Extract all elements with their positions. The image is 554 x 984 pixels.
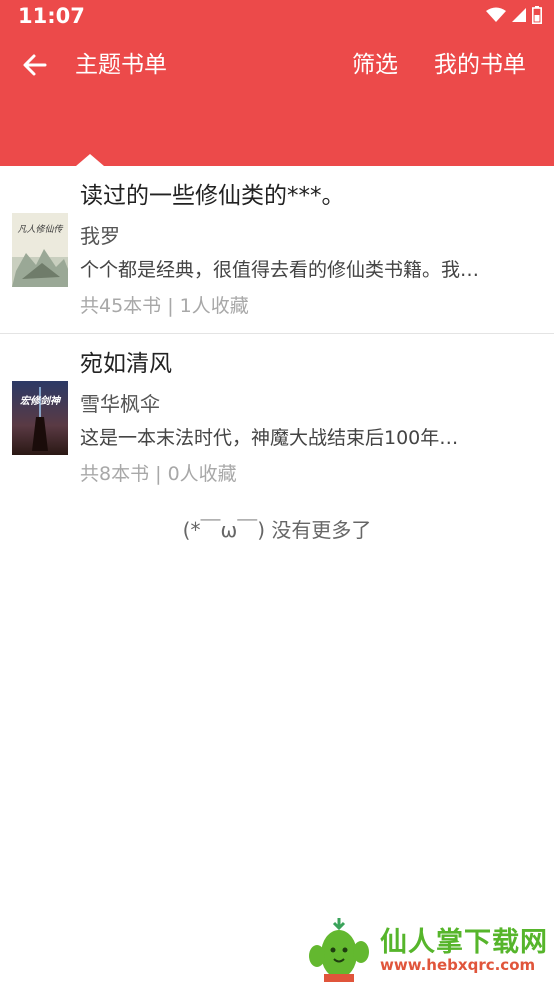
booklist-description: 这是一本末法时代，神魔大战结束后100年… bbox=[80, 427, 459, 449]
booklist-list: 凡人修仙传 读过的一些修仙类的***。 我罗 个个都是经典，很值得去看的修仙类书… bbox=[0, 166, 554, 500]
my-booklist-button[interactable]: 我的书单 bbox=[434, 50, 526, 80]
book-count: 共45本书 | bbox=[80, 295, 174, 317]
filter-button[interactable]: 筛选 bbox=[352, 50, 398, 80]
status-time: 11:07 bbox=[18, 4, 85, 28]
booklist-item[interactable]: 凡人修仙传 读过的一些修仙类的***。 我罗 个个都是经典，很值得去看的修仙类书… bbox=[0, 166, 554, 333]
booklist-author: 我罗 bbox=[80, 224, 120, 248]
booklist-title: 读过的一些修仙类的***。 bbox=[80, 183, 345, 209]
booklist-title: 宛如清风 bbox=[80, 351, 172, 377]
booklist-cover-text: 宏修剑神 bbox=[20, 395, 62, 407]
booklist-cover-text: 凡人修仙传 bbox=[17, 224, 63, 235]
booklist-description: 个个都是经典，很值得去看的修仙类书籍。我… bbox=[80, 259, 480, 281]
back-arrow-icon[interactable] bbox=[20, 50, 50, 80]
booklist-stats: 共45本书 | 1人收藏 bbox=[80, 292, 542, 320]
booklist-stats: 共8本书 | 0人收藏 bbox=[80, 460, 542, 488]
end-of-list-message: (*￣ω￣) 没有更多了 bbox=[182, 518, 372, 542]
booklist-cover: 宏修剑神 bbox=[12, 381, 68, 455]
favorite-count: 1人收藏 bbox=[179, 295, 249, 317]
watermark: 仙人掌下载网 www.hebxqrc.com bbox=[306, 916, 554, 984]
tab-indicator bbox=[76, 154, 104, 166]
wifi-icon bbox=[486, 7, 506, 22]
cactus-logo-icon bbox=[309, 918, 369, 982]
watermark-title: 仙人掌下载网 bbox=[380, 927, 548, 958]
page-title: 主题书单 bbox=[75, 52, 167, 78]
favorite-count: 0人收藏 bbox=[167, 463, 237, 485]
app-bar: 11:07 主题书单 筛选 我的书单 bbox=[0, 0, 554, 166]
booklist-author: 雪华枫伞 bbox=[80, 392, 160, 416]
booklist-item[interactable]: 宏修剑神 宛如清风 雪华枫伞 这是一本末法时代，神魔大战结束后100年… 共8本… bbox=[0, 333, 554, 500]
booklist-cover: 凡人修仙传 bbox=[12, 213, 68, 287]
status-icons bbox=[486, 6, 542, 24]
book-count: 共8本书 | bbox=[80, 463, 162, 485]
watermark-url: www.hebxqrc.com bbox=[380, 956, 536, 974]
signal-icon bbox=[512, 8, 526, 22]
battery-icon bbox=[532, 6, 542, 24]
